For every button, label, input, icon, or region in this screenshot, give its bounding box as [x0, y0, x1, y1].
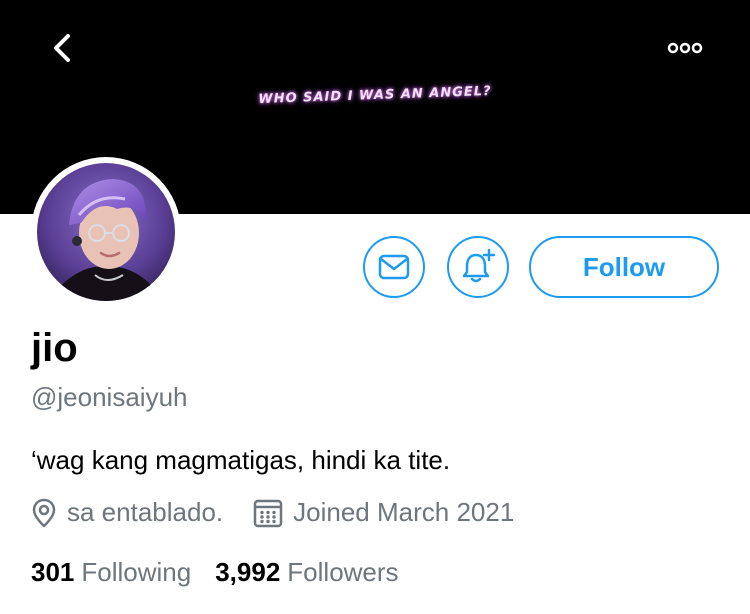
bell-plus-icon	[462, 248, 496, 283]
joined-date: Joined March 2021	[293, 497, 515, 527]
following-count: 301	[31, 557, 75, 587]
chevron-left-icon	[54, 34, 70, 62]
profile-meta: sa entablado. Joined March 2021	[31, 497, 514, 528]
following-link[interactable]: 301 Following	[31, 557, 191, 588]
user-handle: @jeonisaiyuh	[31, 382, 188, 412]
mail-icon	[378, 254, 410, 280]
display-name: jio	[31, 326, 78, 370]
more-options-button[interactable]	[660, 34, 710, 62]
followers-link[interactable]: 3,992 Followers	[215, 557, 398, 588]
more-horizontal-icon	[667, 42, 703, 54]
calendar-icon	[253, 499, 283, 527]
message-button[interactable]	[363, 236, 425, 298]
following-label: Following	[81, 557, 192, 587]
location-item: sa entablado.	[31, 497, 223, 528]
banner-caption: WHO SAID I WAS AN ANGEL?	[258, 83, 492, 108]
bio-text: ‘wag kang magmatigas, hindi ka tite.	[31, 445, 451, 475]
location-label: sa entablado.	[67, 497, 224, 527]
notifications-button[interactable]	[447, 236, 509, 298]
followers-count: 3,992	[215, 557, 281, 587]
back-button[interactable]	[40, 30, 84, 70]
followers-label: Followers	[287, 557, 399, 587]
follow-button[interactable]: Follow	[529, 236, 719, 298]
avatar-image	[37, 163, 175, 301]
follow-stats: 301 Following 3,992 Followers	[31, 557, 399, 588]
location-pin-icon	[32, 498, 56, 527]
avatar[interactable]	[31, 157, 181, 307]
joined-item: Joined March 2021	[253, 497, 514, 528]
